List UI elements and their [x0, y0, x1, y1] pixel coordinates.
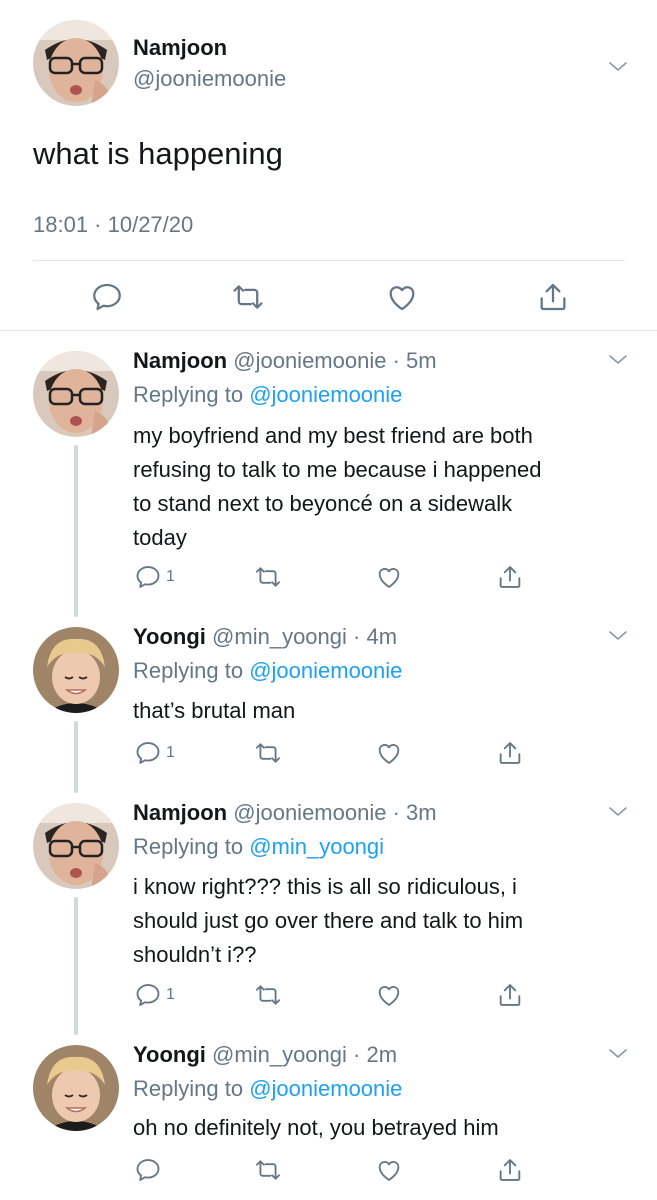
reply-count: 1 [166, 744, 175, 761]
chevron-down-icon[interactable] [606, 348, 630, 377]
text-line: that’s brutal man [133, 698, 296, 723]
like-icon[interactable] [375, 563, 403, 591]
avatar[interactable] [33, 803, 119, 889]
reply-icon [134, 1156, 162, 1184]
reply-button[interactable] [134, 1156, 166, 1184]
like-icon[interactable] [375, 1156, 403, 1184]
chevron-down-icon[interactable] [606, 800, 630, 829]
reply-time: · 2m [353, 1042, 398, 1067]
author-name[interactable]: Namjoon [133, 35, 227, 61]
reply-count: 1 [166, 568, 175, 585]
reply-text: that’s brutal man [133, 694, 633, 728]
author-name[interactable]: Namjoon [133, 348, 227, 373]
author-handle[interactable]: @min_yoongi [212, 624, 347, 649]
replying-to: Replying to @min_yoongi [133, 834, 384, 860]
text-line: to stand next to beyoncé on a sidewalk [133, 491, 513, 516]
retweet-icon[interactable] [254, 1156, 282, 1184]
reply-count: 1 [166, 986, 175, 1003]
reply-icon[interactable] [90, 280, 124, 319]
author-name[interactable]: Yoongi [133, 624, 206, 649]
share-icon[interactable] [496, 1156, 524, 1184]
avatar-namjoon-icon [33, 351, 119, 437]
reply-header: Namjoon @jooniemoonie · 5m [133, 348, 437, 374]
avatar-yoongi-icon [33, 627, 119, 713]
retweet-icon[interactable] [254, 739, 282, 767]
replying-prefix: Replying to [133, 658, 250, 683]
author-name[interactable]: Namjoon [133, 800, 227, 825]
chevron-down-icon[interactable] [606, 624, 630, 653]
text-line: refusing to talk to me because i happene… [133, 457, 542, 482]
tweet-timestamp[interactable]: 18:01 · 10/27/20 [33, 212, 193, 238]
text-line: my boyfriend and my best friend are both [133, 423, 533, 448]
reply-text: my boyfriend and my best friend are both… [133, 419, 633, 555]
mention-link[interactable]: @jooniemoonie [249, 1076, 402, 1101]
reply-text: i know right??? this is all so ridiculou… [133, 870, 633, 972]
replying-prefix: Replying to [133, 1076, 250, 1101]
avatar-namjoon-icon [33, 20, 119, 106]
reply-text: oh no definitely not, you betrayed him [133, 1111, 633, 1145]
reply-icon [134, 563, 162, 591]
replying-to: Replying to @jooniemoonie [133, 658, 402, 684]
mention-link[interactable]: @jooniemoonie [249, 658, 402, 683]
thread-line [74, 897, 78, 1035]
tweet-text: what is happening [33, 136, 283, 171]
divider [33, 260, 625, 261]
avatar[interactable] [33, 351, 119, 437]
tweet-actions: 1 [0, 981, 657, 1011]
retweet-icon[interactable] [254, 563, 282, 591]
author-handle[interactable]: @jooniemoonie [233, 800, 386, 825]
replying-prefix: Replying to [133, 834, 250, 859]
text-line: shouldn’t i?? [133, 942, 257, 967]
share-icon[interactable] [496, 981, 524, 1009]
share-icon[interactable] [496, 563, 524, 591]
reply-header: Yoongi @min_yoongi · 4m [133, 624, 397, 650]
text-line: oh no definitely not, you betrayed him [133, 1115, 499, 1140]
retweet-icon[interactable] [231, 280, 265, 319]
chevron-down-icon[interactable] [606, 1042, 630, 1071]
text-line: today [133, 525, 187, 550]
tweet-actions: 1 [0, 739, 657, 769]
reply-header: Yoongi @min_yoongi · 2m [133, 1042, 397, 1068]
mention-link[interactable]: @jooniemoonie [249, 382, 402, 407]
share-icon[interactable] [496, 739, 524, 767]
author-name[interactable]: Yoongi [133, 1042, 206, 1067]
avatar-namjoon-icon [33, 803, 119, 889]
reply-header: Namjoon @jooniemoonie · 3m [133, 800, 437, 826]
text-line: should just go over there and talk to hi… [133, 908, 524, 933]
like-icon[interactable] [385, 280, 419, 319]
share-icon[interactable] [536, 280, 570, 319]
tweet-actions: 1 [0, 563, 657, 593]
avatar[interactable] [33, 1045, 119, 1131]
chevron-down-icon[interactable] [606, 55, 630, 84]
text-line: i know right??? this is all so ridiculou… [133, 874, 517, 899]
reply-time: · 5m [392, 348, 437, 373]
replying-to: Replying to @jooniemoonie [133, 1076, 402, 1102]
avatar-yoongi-icon [33, 1045, 119, 1131]
reply-time: · 3m [392, 800, 437, 825]
retweet-icon[interactable] [254, 981, 282, 1009]
reply-icon [134, 739, 162, 767]
author-handle[interactable]: @jooniemoonie [133, 66, 286, 92]
author-handle[interactable]: @min_yoongi [212, 1042, 347, 1067]
reply-button[interactable]: 1 [134, 739, 175, 767]
author-handle[interactable]: @jooniemoonie [233, 348, 386, 373]
tweet-actions [0, 1156, 657, 1186]
reply-button[interactable]: 1 [134, 563, 175, 591]
main-tweet: Namjoon @jooniemoonie what is happening … [0, 0, 657, 330]
avatar[interactable] [33, 627, 119, 713]
reply-button[interactable]: 1 [134, 981, 175, 1009]
avatar[interactable] [33, 20, 119, 106]
mention-link[interactable]: @min_yoongi [249, 834, 384, 859]
replying-prefix: Replying to [133, 382, 250, 407]
like-icon[interactable] [375, 739, 403, 767]
section-divider [0, 330, 657, 331]
reply-icon [134, 981, 162, 1009]
reply-time: · 4m [353, 624, 398, 649]
replying-to: Replying to @jooniemoonie [133, 382, 402, 408]
like-icon[interactable] [375, 981, 403, 1009]
